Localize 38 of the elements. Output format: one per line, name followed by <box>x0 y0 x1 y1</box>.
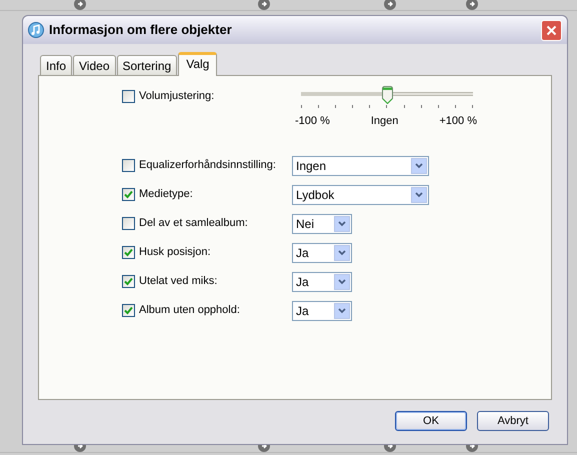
dialog-button[interactable]: Avbryt <box>477 411 549 431</box>
option-label: Album uten opphold: <box>139 303 241 318</box>
option-label: Volumjustering: <box>139 90 216 103</box>
dropdown[interactable]: Ja <box>292 300 352 320</box>
arrow-circle-icon[interactable] <box>466 0 478 10</box>
option-label: Husk posisjon: <box>139 245 212 260</box>
arrow-circle-icon[interactable] <box>384 0 396 10</box>
tab[interactable]: Video <box>73 55 116 75</box>
tab[interactable]: Valg <box>178 52 218 76</box>
dropdown[interactable]: Lydbok <box>292 184 429 204</box>
dropdown[interactable]: Ingen <box>292 156 429 176</box>
checkbox[interactable] <box>122 275 135 288</box>
close-icon <box>546 24 557 36</box>
close-button[interactable] <box>541 20 562 40</box>
option-label: Del av et samlealbum: <box>139 216 249 232</box>
checkbox[interactable] <box>122 159 135 172</box>
dropdown[interactable]: Nei <box>292 214 352 234</box>
checkbox[interactable] <box>122 90 135 103</box>
checkbox[interactable] <box>122 246 135 259</box>
music-note-icon <box>28 22 44 38</box>
dropdown[interactable]: Ja <box>292 242 352 262</box>
arrow-circle-icon[interactable] <box>74 0 86 10</box>
tab[interactable]: Sortering <box>116 55 178 75</box>
checkbox[interactable] <box>122 217 135 230</box>
dropdown[interactable]: Ja <box>292 272 352 292</box>
option-label: Medietype: <box>139 187 194 202</box>
arrow-circle-icon[interactable] <box>258 0 270 10</box>
dialog-button[interactable]: OK <box>395 411 467 431</box>
slider-label: -100 % <box>295 114 330 129</box>
tab[interactable]: Info <box>40 55 72 75</box>
slider-label: Ingen <box>370 114 398 129</box>
checkbox[interactable] <box>122 188 135 201</box>
option-label: Equalizerforhåndsinnstilling: <box>139 158 277 174</box>
slider-thumb[interactable] <box>382 86 392 104</box>
slider-label: +100 % <box>439 114 477 129</box>
option-label: Utelat ved miks: <box>139 274 218 290</box>
window-title: Informasjon om flere objekter <box>49 21 232 40</box>
checkbox[interactable] <box>122 304 135 317</box>
